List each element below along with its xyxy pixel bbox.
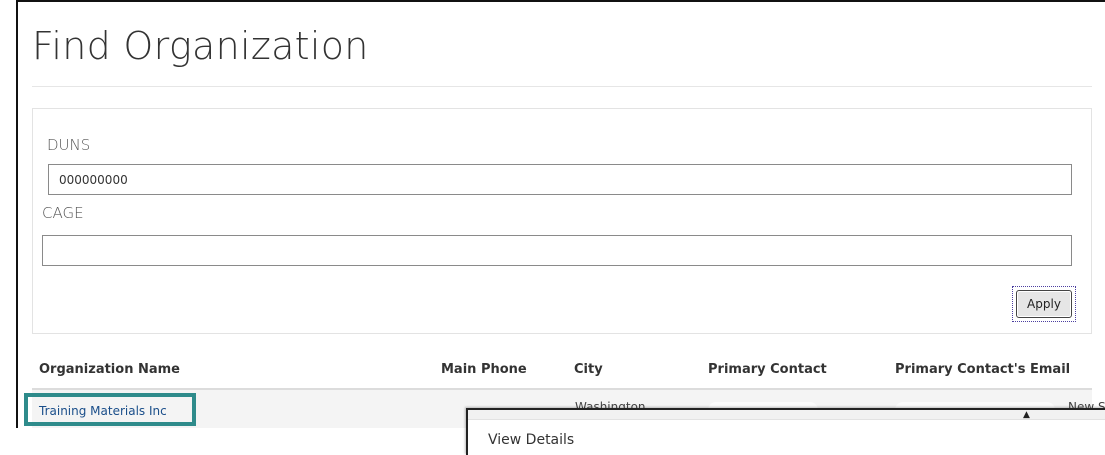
column-header-primary-contact-email[interactable]: Primary Contact's Email [895, 362, 1070, 377]
app-frame: Find Organization DUNS CAGE Apply Organi… [16, 0, 1105, 428]
cage-label: CAGE [42, 204, 84, 222]
column-header-primary-contact[interactable]: Primary Contact [708, 362, 827, 377]
context-menu: ▲ View Details [466, 408, 1105, 455]
cage-input[interactable] [42, 235, 1072, 266]
column-header-organization-name[interactable]: Organization Name [39, 362, 180, 377]
organization-name-link[interactable]: Training Materials Inc [39, 404, 167, 418]
column-header-main-phone[interactable]: Main Phone [441, 362, 527, 377]
page-title: Find Organization [32, 24, 369, 68]
title-divider [32, 86, 1092, 87]
context-menu-header-strip [468, 410, 1105, 420]
apply-button[interactable]: Apply [1016, 290, 1072, 318]
duns-label: DUNS [47, 136, 91, 154]
column-header-city[interactable]: City [574, 362, 603, 377]
sort-arrow-icon: ▲ [1023, 410, 1030, 420]
menu-item-view-details[interactable]: View Details [488, 432, 574, 448]
filter-panel: DUNS CAGE Apply [32, 108, 1092, 334]
duns-input[interactable] [48, 164, 1072, 195]
